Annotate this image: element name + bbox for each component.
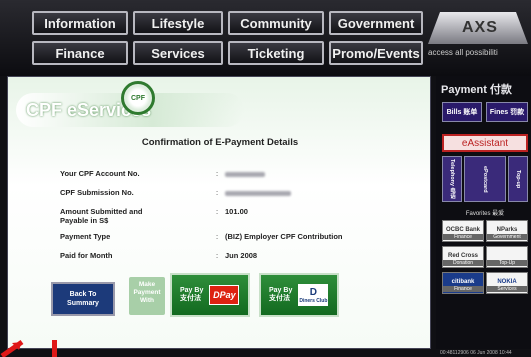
tile-sub: Finance [443, 286, 483, 292]
bills-button[interactable]: Bills 账单 [442, 102, 482, 122]
submission-value-redacted [225, 189, 291, 198]
kiosk-screen: Information Lifestyle Community Governme… [0, 0, 531, 357]
payment-heading: Payment 付款 [441, 84, 512, 96]
telephony-tab[interactable]: Telephony 电话 [442, 156, 462, 202]
diners-letter: D [309, 286, 317, 298]
nav-community[interactable]: Community [228, 11, 324, 35]
field-label-submission: CPF Submission No. [60, 188, 134, 197]
colon: : [216, 232, 219, 241]
fav-ocbc-tile[interactable]: OCBC Bank Finance [442, 220, 484, 242]
fav-citibank-tile[interactable]: citibank Finance [442, 272, 484, 294]
tile-sub: Government [487, 234, 527, 240]
pay-by-text: Pay By [180, 287, 204, 294]
field-label-month: Paid for Month [60, 251, 113, 260]
fav-nparks-tile[interactable]: NParks Government [486, 220, 528, 242]
epostcard-tab[interactable]: ePostcard [464, 156, 506, 202]
tile-name: NOKIA [497, 279, 517, 285]
field-label-amount: Amount Submitted and Payable in S$ [60, 207, 143, 225]
field-label-account: Your CPF Account No. [60, 169, 140, 178]
tile-sub: Services [487, 286, 527, 292]
pay-by-text: Pay By [269, 287, 293, 294]
pay-by-label: Pay By 支付法 [180, 287, 203, 303]
diners-club-logo-icon: D Diners Club [298, 284, 329, 306]
make-payment-with-label: Make Payment With [129, 277, 165, 315]
account-value-redacted [225, 170, 265, 179]
colon: : [216, 251, 219, 260]
right-sidebar: Payment 付款 Bills 账单 Fines 罚款 eAssistant … [436, 76, 531, 349]
red-arrow-icon [0, 339, 57, 357]
dpay-logo-icon: DPay [209, 285, 240, 305]
logo-tagline: access all possibiliti [428, 48, 498, 57]
axs-logo: AXS access all possibiliti [428, 12, 528, 64]
cpf-seal-icon: CPF [121, 81, 155, 115]
back-to-summary-button[interactable]: Back To Summary [51, 282, 115, 316]
pay-by-dpay-button[interactable]: Pay By 支付法 DPay [170, 273, 250, 317]
logo-text: AXS [462, 19, 498, 36]
pay-by-cn-text: 支付法 [180, 295, 201, 302]
status-footer: 00:48112906 06 Jun 2008 10:44 [440, 350, 512, 356]
nav-promo-events[interactable]: Promo/Events [329, 41, 423, 65]
topup-tab[interactable]: Top-up [508, 156, 528, 202]
tile-name: Red Cross [447, 253, 478, 259]
tile-sub: Top-Up [487, 260, 527, 266]
tile-name: citibank [451, 279, 475, 285]
month-value: Jun 2008 [225, 251, 258, 260]
fav-topup-tile[interactable]: Top-Up [486, 246, 528, 268]
tile-name: OCBC Bank [445, 227, 480, 233]
pay-by-diners-button[interactable]: Pay By 支付法 D Diners Club [259, 273, 339, 317]
nav-lifestyle[interactable]: Lifestyle [133, 11, 223, 35]
nav-government[interactable]: Government [329, 11, 423, 35]
nav-ticketing[interactable]: Ticketing [228, 41, 324, 65]
nav-information[interactable]: Information [32, 11, 128, 35]
nav-finance[interactable]: Finance [32, 41, 128, 65]
tile-sub: Donation [443, 260, 483, 266]
pay-by-cn-text: 支付法 [269, 295, 290, 302]
tile-sub: Finance [443, 234, 483, 240]
field-label-payment-type: Payment Type [60, 232, 111, 241]
amount-value: 101.00 [225, 207, 248, 216]
fav-redcross-tile[interactable]: Red Cross Donation [442, 246, 484, 268]
fines-button[interactable]: Fines 罚款 [486, 102, 528, 122]
payment-type-value: (BIZ) Employer CPF Contribution [225, 232, 343, 241]
colon: : [216, 169, 219, 178]
main-panel: CPF eServices CPF Confirmation of E-Paym… [7, 76, 431, 349]
pay-by-label: Pay By 支付法 [269, 287, 292, 303]
fav-nokia-tile[interactable]: NOKIA Services [486, 272, 528, 294]
diners-sub: Diners Club [299, 297, 328, 304]
colon: : [216, 188, 219, 197]
nav-services[interactable]: Services [133, 41, 223, 65]
page-title: Confirmation of E-Payment Details [141, 137, 299, 148]
colon: : [216, 207, 219, 216]
top-navigation: Information Lifestyle Community Governme… [0, 0, 531, 76]
tile-name: NParks [496, 227, 518, 233]
favorites-label: Favorites 最爱 [465, 211, 505, 217]
eassistant-button[interactable]: eAssistant [442, 134, 528, 152]
